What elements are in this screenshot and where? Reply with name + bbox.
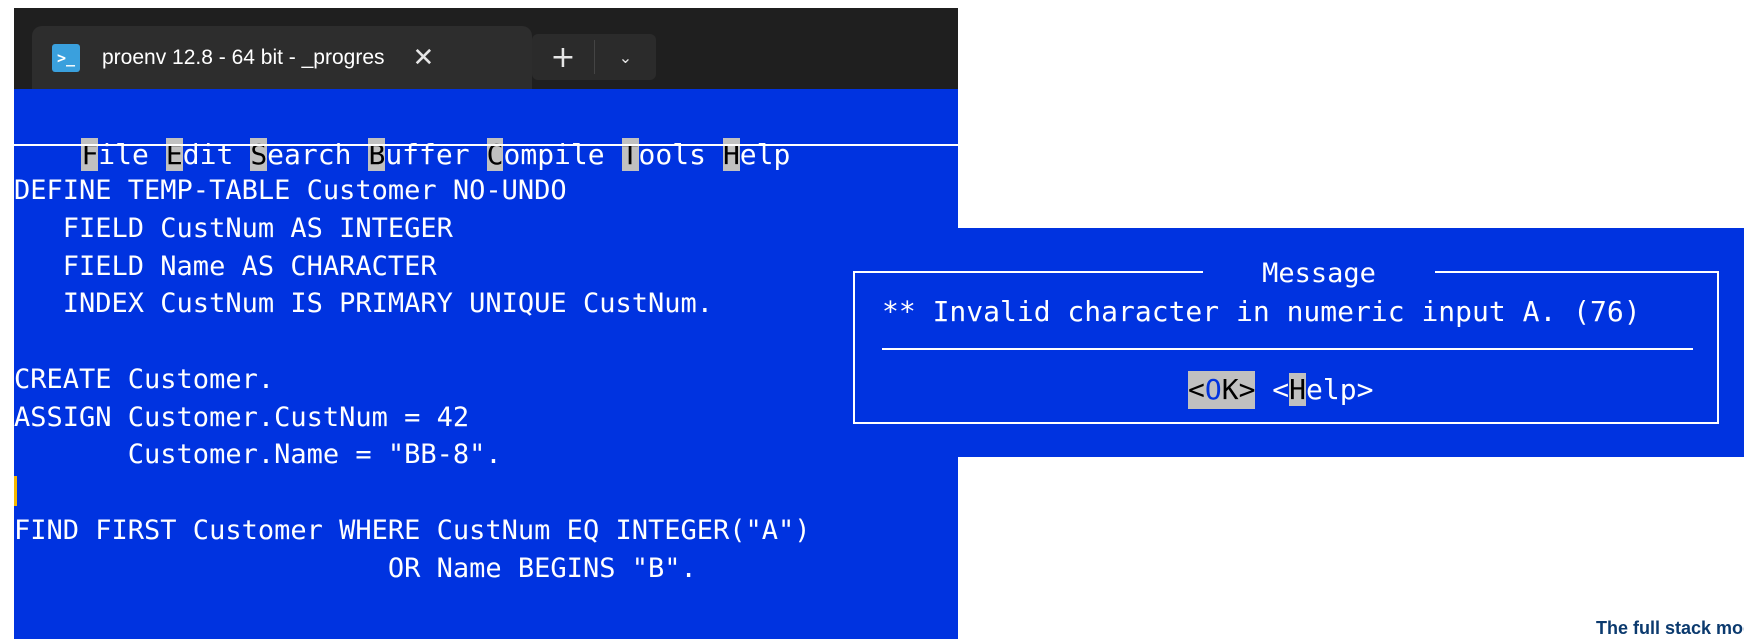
code-line: FIELD Name AS CHARACTER bbox=[14, 250, 437, 282]
dialog-button-row: <OK> <Help> bbox=[1188, 371, 1373, 409]
new-tab-group: + ⌄ bbox=[532, 34, 656, 80]
menu-label: ompile bbox=[503, 138, 605, 171]
terminal-window: >_ proenv 12.8 - 64 bit - _progres ✕ + ⌄… bbox=[14, 8, 958, 639]
terminal-tab[interactable]: >_ proenv 12.8 - 64 bit - _progres ✕ bbox=[32, 26, 532, 89]
dialog-divider bbox=[882, 348, 1693, 350]
menu-hotkey: T bbox=[621, 138, 639, 171]
menu-bar: File Edit Search Buffer Compile Tools Help bbox=[14, 98, 807, 171]
code-line: Customer.Name = "BB-8". bbox=[14, 439, 502, 471]
new-tab-button[interactable]: + bbox=[532, 40, 594, 75]
menu-hotkey: E bbox=[165, 138, 183, 171]
code-line: DEFINE TEMP-TABLE Customer NO-UNDO bbox=[14, 175, 567, 206]
menu-edit[interactable]: Edit bbox=[165, 136, 234, 174]
title-bar: >_ proenv 12.8 - 64 bit - _progres ✕ + ⌄ bbox=[14, 8, 958, 89]
chevron-down-icon[interactable]: ⌄ bbox=[595, 48, 656, 67]
ok-hotkey: O bbox=[1204, 373, 1222, 406]
menu-hotkey: S bbox=[250, 138, 268, 171]
menu-file[interactable]: File bbox=[81, 136, 149, 174]
error-message: ** Invalid character in numeric input A.… bbox=[882, 295, 1641, 328]
code-line: ASSIGN Customer.CustNum = 42 bbox=[14, 401, 470, 433]
menu-hotkey: H bbox=[722, 138, 740, 171]
code-line: CREATE Customer. bbox=[14, 363, 275, 395]
menu-buffer[interactable]: Buffer bbox=[368, 136, 470, 174]
menu-label: elp bbox=[739, 138, 791, 171]
code-line: FIND FIRST Customer WHERE CustNum EQ INT… bbox=[14, 514, 811, 546]
ok-button[interactable]: <OK> bbox=[1188, 371, 1256, 409]
menu-hotkey: B bbox=[368, 138, 386, 171]
menu-label: ools bbox=[638, 138, 706, 171]
tagline-text: The full stack moderniz bbox=[1596, 618, 1744, 638]
dialog-title: Message bbox=[1203, 257, 1435, 291]
text-cursor bbox=[14, 476, 17, 506]
code-line: FIELD CustNum AS INTEGER bbox=[14, 212, 453, 244]
menu-label: uffer bbox=[385, 138, 470, 171]
menu-help[interactable]: Help bbox=[722, 136, 791, 174]
code-line: INDEX CustNum IS PRIMARY UNIQUE CustNum. bbox=[14, 288, 713, 320]
menu-hotkey: C bbox=[486, 138, 504, 171]
menu-label: dit bbox=[182, 138, 234, 171]
help-bracket: < bbox=[1272, 373, 1290, 406]
help-button[interactable]: <Help> bbox=[1272, 371, 1373, 409]
help-label: elp> bbox=[1306, 373, 1374, 406]
help-hotkey: H bbox=[1289, 373, 1307, 406]
menu-label: ile bbox=[98, 138, 149, 171]
ok-label: K> bbox=[1221, 373, 1256, 406]
code-line: OR Name BEGINS "B". bbox=[14, 552, 697, 584]
close-icon[interactable]: ✕ bbox=[413, 45, 435, 71]
menu-divider bbox=[14, 144, 958, 146]
menu-hotkey: F bbox=[81, 138, 99, 171]
tab-title: proenv 12.8 - 64 bit - _progres bbox=[102, 45, 385, 69]
code-editor[interactable]: DEFINE TEMP-TABLE Customer NO-UNDO FIELD… bbox=[14, 172, 958, 587]
terminal-icon: >_ bbox=[52, 43, 80, 72]
menu-compile[interactable]: Compile bbox=[486, 136, 605, 174]
menu-search[interactable]: Search bbox=[250, 136, 351, 174]
ok-bracket: < bbox=[1188, 373, 1205, 406]
menu-label: earch bbox=[267, 138, 352, 171]
menu-tools[interactable]: Tools bbox=[621, 136, 706, 174]
